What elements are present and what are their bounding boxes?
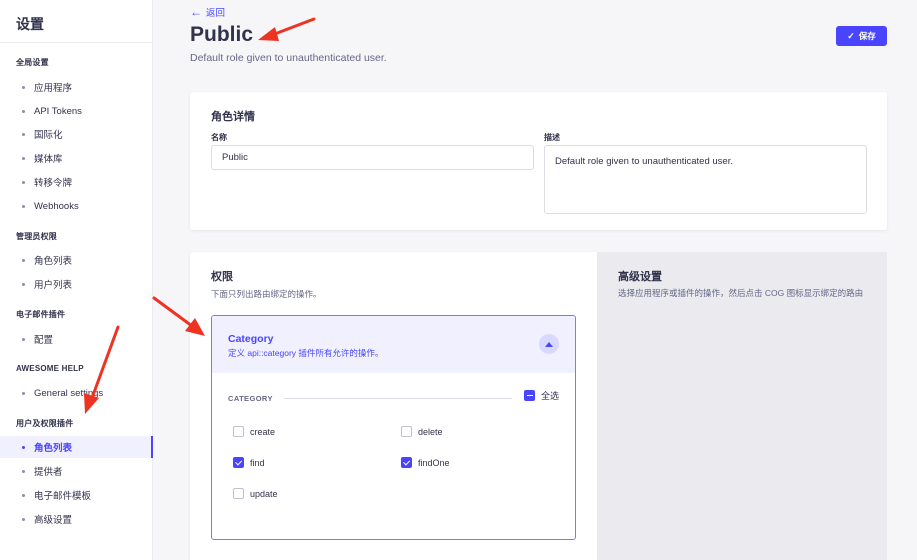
section-heading-users-permissions: 用户及权限插件: [16, 419, 74, 428]
sidebar-item-label: 用户列表: [34, 280, 73, 291]
category-divider: [284, 398, 512, 399]
select-all-label: 全选: [541, 391, 560, 401]
permission-label: create: [250, 426, 276, 437]
permission-findone[interactable]: findOne: [401, 457, 450, 468]
sidebar-item-email-templates[interactable]: 电子邮件模板: [0, 484, 153, 506]
bullet-icon: [22, 132, 25, 136]
name-label: 名称: [211, 133, 227, 142]
sidebar-item-label: 角色列表: [34, 256, 73, 267]
sidebar-item-api-tokens[interactable]: API Tokens: [0, 100, 153, 122]
caret-up-icon: [545, 341, 553, 347]
description-label: 描述: [544, 133, 560, 142]
permission-label: find: [250, 457, 265, 468]
sidebar-item-i18n[interactable]: 国际化: [0, 123, 153, 145]
category-label: CATEGORY: [228, 394, 273, 403]
sidebar-item-label: 电子邮件模板: [34, 491, 92, 502]
name-input[interactable]: Public: [211, 145, 534, 170]
collapse-toggle-button[interactable]: [539, 334, 559, 354]
sidebar-item-label: 国际化: [34, 130, 63, 141]
arrow-left-icon: ←: [190, 5, 202, 19]
checkbox-checked-icon: [401, 457, 412, 468]
sidebar-item-applications[interactable]: 应用程序: [0, 76, 153, 98]
sidebar-item-label: 提供者: [34, 467, 63, 478]
sidebar-item-label: API Tokens: [34, 105, 82, 117]
role-details-heading: 角色详情: [211, 111, 255, 123]
permission-label: delete: [418, 426, 443, 437]
checkbox-checked-icon: [233, 457, 244, 468]
sidebar-item-label: 配置: [34, 335, 54, 346]
checkbox-icon: [233, 426, 244, 437]
bullet-icon: [22, 493, 25, 497]
sidebar-item-label: 高级设置: [34, 515, 73, 526]
select-all-checkbox[interactable]: 全选: [524, 389, 559, 402]
permission-label: findOne: [418, 457, 450, 468]
advanced-settings-panel: 高级设置 选择应用程序或插件的操作，然后点击 COG 图标显示绑定的路由: [597, 252, 887, 560]
advanced-settings-title: 高级设置: [618, 271, 662, 283]
arrow-to-title: [258, 17, 316, 41]
sidebar-item-label: 媒体库: [34, 154, 63, 165]
sidebar-item-email-config[interactable]: 配置: [0, 328, 153, 350]
sidebar-item-transfer-tokens[interactable]: 转移令牌: [0, 171, 153, 193]
save-label: 保存: [858, 31, 876, 41]
bullet-icon: [22, 445, 25, 449]
permissions-card: 权限 下面只列出路由绑定的操作。 Category 定义 api::catego…: [190, 252, 597, 560]
back-label: 返回: [206, 8, 226, 19]
category-accordion: Category 定义 api::category 插件所有允许的操作。 CAT…: [211, 315, 576, 540]
sidebar-item-label: 转移令牌: [34, 178, 73, 189]
bullet-icon: [22, 180, 25, 184]
advanced-settings-description: 选择应用程序或插件的操作，然后点击 COG 图标显示绑定的路由: [618, 288, 864, 298]
bullet-icon: [22, 109, 25, 113]
permissions-heading: 权限: [211, 271, 233, 283]
permission-create[interactable]: create: [233, 426, 275, 437]
section-heading-email: 电子邮件插件: [16, 310, 66, 319]
bullet-icon: [22, 204, 25, 208]
sidebar-item-webhooks[interactable]: Webhooks: [0, 195, 153, 217]
permission-delete[interactable]: delete: [401, 426, 443, 437]
bullet-icon: [22, 337, 25, 341]
section-heading-awesome-help: AWESOME HELP: [16, 364, 84, 373]
sidebar-item-roles[interactable]: 角色列表: [0, 436, 153, 458]
sidebar-item-label: General settings: [34, 387, 104, 399]
back-link[interactable]: ← 返回: [190, 5, 225, 19]
permissions-description: 下面只列出路由绑定的操作。: [211, 289, 322, 299]
section-heading-global: 全局设置: [16, 58, 49, 67]
checkbox-icon: [233, 488, 244, 499]
save-button[interactable]: ✓ 保存: [836, 26, 887, 46]
role-details-card: 角色详情 名称 Public 描述 Default role given to …: [190, 92, 887, 230]
bullet-icon: [22, 517, 25, 521]
check-icon: ✓: [847, 30, 855, 41]
accordion-title: Category: [228, 333, 274, 345]
sidebar-item-admin-roles[interactable]: 角色列表: [0, 249, 153, 271]
section-heading-admin: 管理员权限: [16, 232, 57, 241]
bullet-icon: [22, 258, 25, 262]
sidebar-item-label: 角色列表: [34, 443, 73, 454]
sidebar-item-label: Webhooks: [34, 200, 79, 212]
permission-label: update: [250, 488, 278, 499]
sidebar-title: 设置: [16, 16, 44, 32]
checkbox-icon: [401, 426, 412, 437]
sidebar-item-media-library[interactable]: 媒体库: [0, 147, 153, 169]
sidebar-item-general-settings[interactable]: General settings: [0, 382, 153, 404]
permission-update[interactable]: update: [233, 488, 278, 499]
bullet-icon: [22, 469, 25, 473]
indeterminate-checkbox-icon: [524, 390, 535, 401]
accordion-subtitle: 定义 api::category 插件所有允许的操作。: [228, 348, 384, 358]
settings-sidebar: 设置 全局设置 应用程序 API Tokens 国际化 媒体库 转移令牌 Web…: [0, 0, 153, 560]
sidebar-item-label: 应用程序: [34, 83, 73, 94]
bullet-icon: [22, 282, 25, 286]
description-textarea[interactable]: Default role given to unauthenticated us…: [544, 145, 867, 214]
sidebar-divider: [0, 42, 152, 43]
bullet-icon: [22, 85, 25, 89]
bullet-icon: [22, 156, 25, 160]
bullet-icon: [22, 391, 25, 395]
accordion-header[interactable]: Category 定义 api::category 插件所有允许的操作。: [212, 316, 575, 373]
sidebar-item-advanced-settings[interactable]: 高级设置: [0, 508, 153, 530]
sidebar-item-providers[interactable]: 提供者: [0, 460, 153, 482]
page-title: Public: [190, 23, 254, 46]
permission-find[interactable]: find: [233, 457, 265, 468]
page-subtitle: Default role given to unauthenticated us…: [190, 52, 387, 64]
sidebar-item-admin-users[interactable]: 用户列表: [0, 273, 153, 295]
